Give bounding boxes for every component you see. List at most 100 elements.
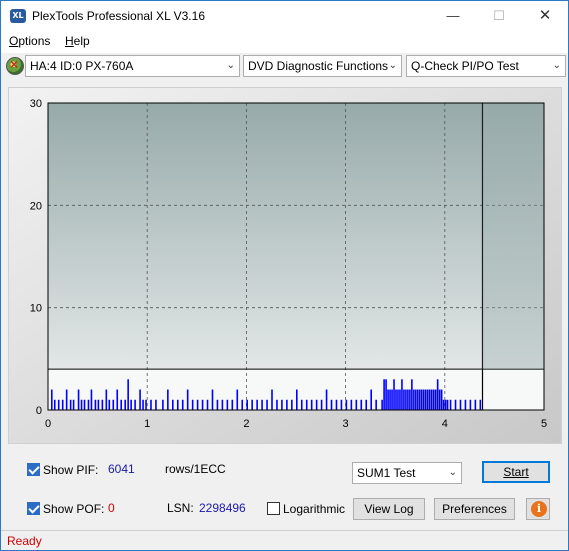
data-bar: [276, 399, 278, 410]
data-bar: [375, 399, 377, 410]
maximize-button[interactable]: ☐: [476, 1, 522, 31]
data-bar: [77, 389, 80, 410]
data-bar: [87, 399, 90, 410]
data-bar: [401, 379, 403, 410]
data-bar: [365, 399, 368, 410]
unread-region: [482, 103, 544, 370]
preferences-button[interactable]: Preferences: [434, 498, 515, 520]
menu-options[interactable]: Options: [9, 34, 50, 48]
data-bar: [310, 399, 313, 410]
start-button[interactable]: Start: [482, 461, 550, 483]
data-bar: [442, 399, 445, 410]
data-bar: [57, 399, 60, 410]
data-bar: [246, 399, 248, 410]
minimize-button[interactable]: —: [430, 1, 476, 31]
data-bar: [434, 389, 437, 410]
data-bar: [221, 399, 224, 410]
data-bar: [305, 399, 308, 410]
x-tick-label: 5: [541, 418, 547, 430]
data-bar: [216, 399, 219, 410]
data-bar: [211, 389, 214, 410]
x-tick-label: 1: [144, 418, 150, 430]
data-bar: [407, 389, 409, 410]
data-bar: [65, 389, 68, 410]
chart-panel: 0 1 2 3 4 5 0 10 20 30: [8, 87, 562, 444]
data-bar: [72, 399, 75, 410]
data-bar: [281, 399, 283, 410]
data-bar: [444, 399, 447, 410]
sum-test-select[interactable]: SUM1 Test ⌄: [352, 462, 462, 484]
app-logo-icon: XL: [10, 9, 26, 23]
data-bar: [340, 399, 343, 410]
data-bar: [479, 399, 482, 410]
close-button[interactable]: ✕: [522, 1, 568, 31]
menu-bar: Options Help: [1, 31, 568, 53]
data-bar: [430, 389, 433, 410]
x-tick-label: 2: [243, 418, 249, 430]
lsn-value: 2298496: [199, 501, 246, 515]
data-bar: [130, 399, 132, 410]
data-bar: [94, 399, 97, 410]
data-bar: [409, 389, 411, 410]
data-bar: [438, 389, 441, 410]
menu-help[interactable]: Help: [65, 34, 90, 48]
data-bar: [236, 389, 239, 410]
data-bar: [291, 399, 293, 410]
data-bar: [150, 399, 152, 410]
data-bar: [266, 399, 268, 410]
data-bar: [134, 399, 136, 410]
data-bar: [50, 389, 53, 410]
data-bar: [61, 399, 64, 410]
data-bar: [90, 389, 93, 410]
view-log-button[interactable]: View Log: [353, 498, 425, 520]
data-bar: [411, 379, 413, 410]
data-bar: [415, 389, 417, 410]
y-tick-label: 20: [30, 200, 42, 212]
data-bar: [124, 399, 126, 410]
x-tick-label: 0: [45, 418, 51, 430]
chevron-down-icon: ⌄: [388, 60, 397, 71]
data-bar: [196, 399, 199, 410]
data-bar: [83, 399, 86, 410]
data-bar: [69, 399, 72, 410]
data-bar: [142, 399, 144, 410]
toolbar: HA:4 ID:0 PX-760A⌄ DVD Diagnostic Functi…: [1, 53, 568, 81]
data-bar: [162, 399, 164, 410]
data-bar: [120, 399, 123, 410]
show-pif-checkbox[interactable]: [27, 463, 40, 476]
data-bar: [286, 399, 288, 410]
data-bar: [101, 399, 104, 410]
data-bar: [145, 399, 147, 410]
data-bar: [424, 389, 427, 410]
data-bar: [405, 389, 407, 410]
drive-select[interactable]: HA:4 ID:0 PX-760A ⌄: [25, 55, 240, 77]
data-bar: [296, 389, 298, 410]
data-bar: [449, 399, 452, 410]
info-button[interactable]: i: [526, 498, 550, 520]
data-bar: [105, 389, 108, 410]
data-bar: [464, 399, 467, 410]
data-bar: [345, 399, 348, 410]
show-pof-label: Show POF:: [43, 502, 105, 516]
data-bar: [393, 379, 395, 410]
data-bar: [370, 389, 372, 410]
data-bar: [271, 389, 273, 410]
pif-value: 6041: [108, 462, 135, 476]
data-bar: [172, 399, 174, 410]
data-bar: [139, 389, 141, 410]
logarithmic-checkbox[interactable]: [267, 502, 280, 515]
test-select[interactable]: Q-Check PI/PO Test ⌄: [406, 55, 566, 77]
data-bar: [397, 389, 399, 410]
lsn-label: LSN:: [167, 501, 194, 515]
function-select[interactable]: DVD Diagnostic Functions ⌄: [243, 55, 402, 77]
data-bar: [436, 379, 439, 410]
title-bar: XL PlexTools Professional XL V3.16 — ☐ ✕: [1, 1, 568, 31]
data-bar: [155, 399, 157, 410]
data-bar: [459, 399, 462, 410]
data-bar: [381, 399, 383, 410]
chevron-down-icon: ⌄: [448, 467, 457, 478]
show-pof-checkbox[interactable]: [27, 502, 40, 515]
pif-unit: rows/1ECC: [165, 462, 226, 476]
data-bar: [440, 389, 443, 410]
data-bar: [231, 399, 234, 410]
